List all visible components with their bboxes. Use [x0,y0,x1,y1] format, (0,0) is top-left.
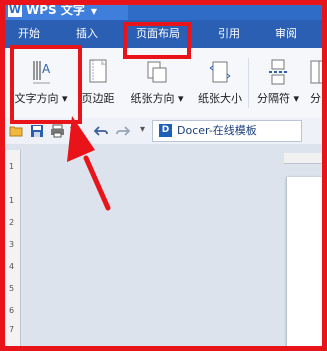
annotation-border-frame [0,0,327,351]
